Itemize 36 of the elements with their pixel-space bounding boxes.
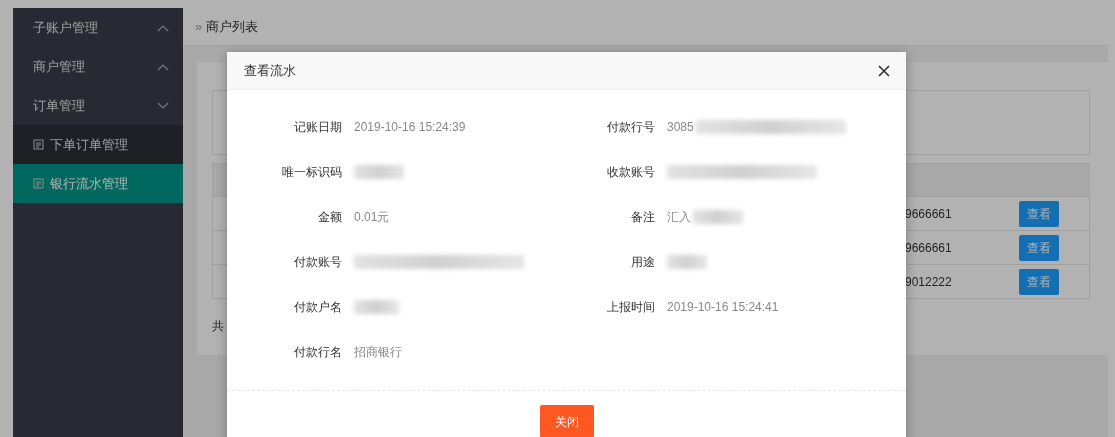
breadcrumb-item[interactable]: 商户列表 bbox=[206, 16, 259, 37]
sidebar-subitem[interactable]: 银行流水管理 bbox=[13, 164, 183, 203]
field-value: 2019-10-16 15:24:39 bbox=[354, 118, 466, 136]
table-cell-text: 9666661 bbox=[905, 205, 953, 223]
field-value: 招商银行 bbox=[354, 343, 402, 361]
modal-title: 查看流水 bbox=[244, 61, 296, 80]
sidebar-item[interactable]: 商户管理 bbox=[13, 47, 183, 86]
sidebar-item[interactable]: 订单管理 bbox=[13, 86, 183, 125]
close-button[interactable]: 关闭 bbox=[539, 405, 594, 437]
field-value: 0.01元 bbox=[354, 208, 390, 226]
field-label: 付款行名 bbox=[294, 343, 342, 361]
field-label: 付款户名 bbox=[294, 298, 342, 316]
field-value: 汇入 bbox=[667, 208, 691, 226]
chevron-up-icon bbox=[157, 62, 169, 71]
pagination-text: 共 bbox=[212, 318, 225, 335]
chevron-up-icon bbox=[157, 23, 169, 32]
breadcrumb-separator: » bbox=[195, 17, 203, 36]
field-label: 金额 bbox=[318, 208, 342, 226]
field-label: 唯一标识码 bbox=[282, 163, 342, 181]
sidebar-subitem[interactable]: 下单订单管理 bbox=[13, 125, 183, 164]
table-cell-text: 9666661 bbox=[905, 239, 953, 257]
field-value: 2019-10-16 15:24:41 bbox=[667, 298, 779, 316]
field-label: 付款行号 bbox=[607, 118, 655, 136]
field-value: 3085 bbox=[667, 118, 694, 136]
field-label: 备注 bbox=[631, 208, 655, 226]
close-icon[interactable] bbox=[876, 62, 892, 79]
field-label: 上报时间 bbox=[607, 298, 655, 316]
field-label: 记账日期 bbox=[294, 118, 342, 136]
document-icon bbox=[33, 139, 44, 150]
document-icon bbox=[33, 178, 44, 189]
field-label: 收款账号 bbox=[607, 163, 655, 181]
sidebar-item[interactable]: 子账户管理 bbox=[13, 8, 183, 47]
table-cell-text: 9012222 bbox=[905, 273, 953, 291]
chevron-down-icon bbox=[157, 101, 169, 110]
field-label: 用途 bbox=[631, 253, 655, 271]
field-label: 付款账号 bbox=[294, 253, 342, 271]
